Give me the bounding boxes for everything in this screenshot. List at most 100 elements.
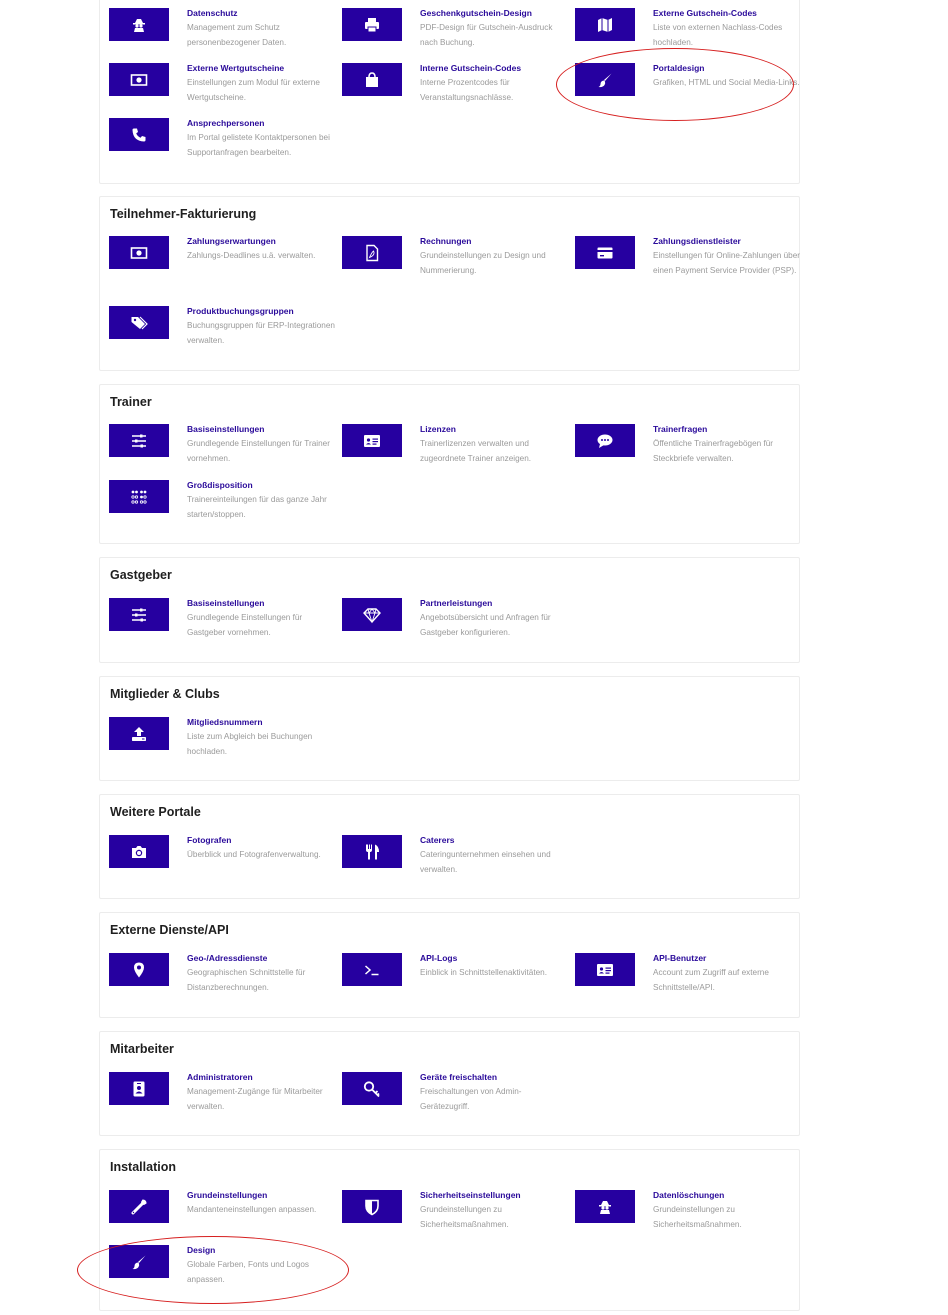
section-title: Mitarbeiter	[110, 1042, 174, 1056]
tile-title: Mitgliedsnummern	[187, 717, 263, 727]
settings-section: Teilnehmer-Fakturierung Zahlungserwartun…	[99, 196, 800, 371]
tile-grundeinstellungen[interactable]: Grundeinstellungen Mandanteneinstellunge…	[109, 1190, 334, 1240]
tile-description: Trainereinteilungen für das ganze Jahr s…	[187, 495, 327, 519]
settings-section: Trainer Basiseinstellungen Grundlegende …	[99, 384, 800, 544]
tile-title: Caterers	[420, 835, 455, 845]
tile-description: Freischaltungen von Admin-Gerätezugriff.	[420, 1087, 522, 1111]
tile-partnerleistungen[interactable]: Partnerleistungen Angebotsübersicht und …	[342, 598, 567, 648]
tile-title: Produktbuchungsgruppen	[187, 306, 294, 316]
tile-basiseinstellungen[interactable]: Basiseinstellungen Grundlegende Einstell…	[109, 598, 334, 648]
tile-grossdisposition[interactable]: Großdisposition Trainereinteilungen für …	[109, 480, 334, 530]
phone-icon	[109, 118, 169, 151]
section-title: Trainer	[110, 395, 152, 409]
tile-description: PDF-Design für Gutschein-Ausdruck nach B…	[420, 23, 553, 47]
tile-geraete-freischalten[interactable]: Geräte freischalten Freischaltungen von …	[342, 1072, 567, 1122]
tile-zahlungsdienstleister[interactable]: Zahlungsdienstleister Einstellungen für …	[575, 236, 800, 286]
map-icon	[575, 8, 635, 41]
paintbrush-icon	[109, 1245, 169, 1278]
tile-description: Angebotsübersicht und Anfragen für Gastg…	[420, 613, 551, 637]
section-title: Gastgeber	[110, 568, 172, 582]
tile-sicherheitseinstellungen[interactable]: Sicherheitseinstellungen Grundeinstellun…	[342, 1190, 567, 1240]
settings-section: Mitarbeiter Administratoren Management-Z…	[99, 1031, 800, 1136]
tile-api-logs[interactable]: API-Logs Einblick in Schnittstellenaktiv…	[342, 953, 567, 1003]
tile-title: Datenschutz	[187, 8, 238, 18]
printer-icon	[342, 8, 402, 41]
shopping-bag-icon	[342, 63, 402, 96]
tile-title: Grundeinstellungen	[187, 1190, 268, 1200]
tile-title: Lizenzen	[420, 424, 456, 434]
tile-title: Portaldesign	[653, 63, 705, 73]
tile-title: Basiseinstellungen	[187, 598, 265, 608]
braille-icon	[109, 480, 169, 513]
tile-geschenkgutschein-design[interactable]: Geschenkgutschein-Design PDF-Design für …	[342, 8, 567, 58]
tile-description: Grafiken, HTML und Social Media-Links.	[653, 78, 800, 87]
tile-title: Externe Gutschein-Codes	[653, 8, 757, 18]
tile-trainerfragen[interactable]: Trainerfragen Öffentliche Trainerfragebö…	[575, 424, 800, 474]
tile-description: Trainerlizenzen verwalten und zugeordnet…	[420, 439, 532, 463]
id-badge-icon	[109, 1072, 169, 1105]
key-icon	[342, 1072, 402, 1105]
tile-interne-gutschein-codes[interactable]: Interne Gutschein-Codes Interne Prozentc…	[342, 63, 567, 113]
tile-rechnungen[interactable]: Rechnungen Grundeinstellungen zu Design …	[342, 236, 567, 286]
settings-section: Weitere Portale Fotografen Überblick und…	[99, 794, 800, 899]
tile-design[interactable]: Design Globale Farben, Fonts und Logos a…	[109, 1245, 334, 1295]
tile-description: Grundeinstellungen zu Design und Nummeri…	[420, 251, 546, 275]
tile-description: Einstellungen für Online-Zahlungen über …	[653, 251, 801, 275]
tile-externe-wertgutscheine[interactable]: Externe Wertgutscheine Einstellungen zum…	[109, 63, 334, 113]
settings-section: Externe Dienste/API Geo-/Adressdienste G…	[99, 912, 800, 1018]
tile-title: Datenlöschungen	[653, 1190, 725, 1200]
sliders-icon	[109, 424, 169, 457]
section-title: Externe Dienste/API	[110, 923, 229, 937]
section-title: Teilnehmer-Fakturierung	[110, 207, 257, 221]
map-marker-icon	[109, 953, 169, 986]
tile-description: Cateringunternehmen einsehen und verwalt…	[420, 850, 551, 874]
tile-title: Externe Wertgutscheine	[187, 63, 285, 73]
tile-title: Geschenkgutschein-Design	[420, 8, 532, 18]
id-card-icon	[575, 953, 635, 986]
tile-description: Grundeinstellungen zu Sicherheitsmaßnahm…	[420, 1205, 509, 1229]
tile-title: Administratoren	[187, 1072, 253, 1082]
tile-description: Einblick in Schnittstellenaktivitäten.	[420, 968, 547, 977]
pdf-file-icon	[342, 236, 402, 269]
tile-portaldesign[interactable]: Portaldesign Grafiken, HTML und Social M…	[575, 63, 800, 113]
money-icon	[109, 63, 169, 96]
tile-fotografen[interactable]: Fotografen Überblick und Fotografenverwa…	[109, 835, 334, 885]
section-title: Installation	[110, 1160, 176, 1174]
tile-basiseinstellungen[interactable]: Basiseinstellungen Grundlegende Einstell…	[109, 424, 334, 474]
tile-title: Zahlungserwartungen	[187, 236, 276, 246]
tile-description: Grundlegende Einstellungen für Gastgeber…	[187, 613, 303, 637]
tile-caterers[interactable]: Caterers Cateringunternehmen einsehen un…	[342, 835, 567, 885]
credit-card-icon	[575, 236, 635, 269]
tile-description: Einstellungen zum Modul für externe Wert…	[187, 78, 320, 102]
tile-api-benutzer[interactable]: API-Benutzer Account zum Zugriff auf ext…	[575, 953, 800, 1003]
settings-section: Gastgeber Basiseinstellungen Grundlegend…	[99, 557, 800, 663]
tile-produktbuchungsgruppen[interactable]: Produktbuchungsgruppen Buchungsgruppen f…	[109, 306, 335, 356]
tile-ansprechpersonen[interactable]: Ansprechpersonen Im Portal gelistete Kon…	[109, 118, 334, 168]
tile-mitgliedsnummern[interactable]: Mitgliedsnummern Liste zum Abgleich bei …	[109, 717, 334, 767]
tile-description: Liste zum Abgleich bei Buchungen hochlad…	[187, 732, 313, 756]
camera-icon	[109, 835, 169, 868]
upload-icon	[109, 717, 169, 750]
tile-title: Großdisposition	[187, 480, 253, 490]
money-icon	[109, 236, 169, 269]
tile-administratoren[interactable]: Administratoren Management-Zugänge für M…	[109, 1072, 334, 1122]
id-card-icon	[342, 424, 402, 457]
tile-lizenzen[interactable]: Lizenzen Trainerlizenzen verwalten und z…	[342, 424, 567, 474]
tile-title: Basiseinstellungen	[187, 424, 265, 434]
tile-title: Geräte freischalten	[420, 1072, 498, 1082]
spy-icon	[109, 8, 169, 41]
tile-title: API-Benutzer	[653, 953, 707, 963]
tile-title: Sicherheitseinstellungen	[420, 1190, 521, 1200]
tile-externe-gutschein-codes[interactable]: Externe Gutschein-Codes Liste von extern…	[575, 8, 800, 58]
settings-section: Installation Grundeinstellungen Mandante…	[99, 1149, 800, 1311]
tile-title: Rechnungen	[420, 236, 472, 246]
tags-icon	[109, 306, 169, 339]
tile-description: Grundeinstellungen zu Sicherheitsmaßnahm…	[653, 1205, 742, 1229]
tile-description: Im Portal gelistete Kontaktpersonen bei …	[187, 133, 330, 157]
section-title: Mitglieder & Clubs	[110, 687, 220, 701]
tile-geo-adressdienste[interactable]: Geo-/Adressdienste Geographischen Schnit…	[109, 953, 334, 1003]
comment-icon	[575, 424, 635, 457]
tile-datenloeschungen[interactable]: Datenlöschungen Grundeinstellungen zu Si…	[575, 1190, 800, 1240]
tile-datenschutz[interactable]: Datenschutz Management zum Schutz person…	[109, 8, 334, 58]
tile-zahlungserwartungen[interactable]: Zahlungserwartungen Zahlungs-Deadlines u…	[109, 236, 334, 286]
